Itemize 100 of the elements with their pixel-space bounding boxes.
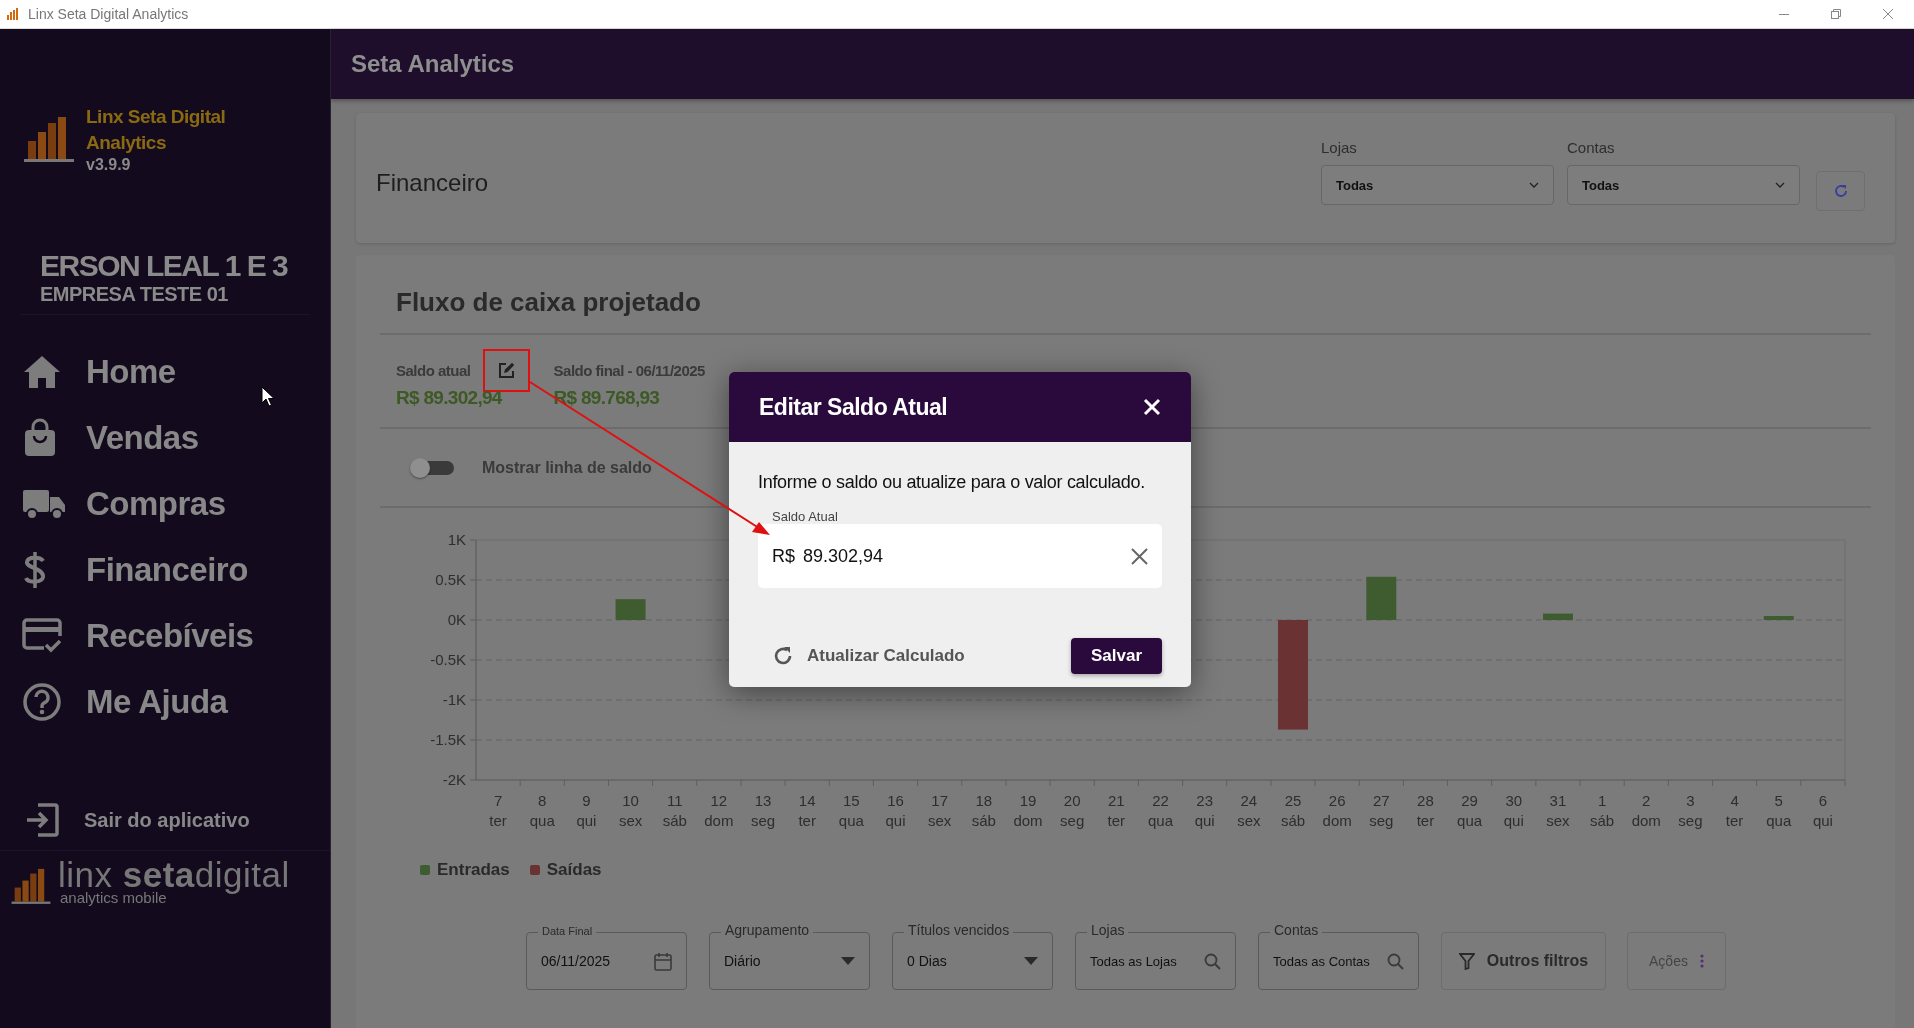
page-title: Financeiro [376,169,490,197]
y-tick-label: -1.5K [430,731,466,748]
footer-logo-icon [10,867,52,905]
field-label: Lojas [1087,922,1129,938]
x-tick-label: 5 qua [1766,792,1792,829]
x-tick-label: 25 sáb [1280,792,1306,829]
nav-item[interactable]: Vendas [0,405,330,471]
section-title: Fluxo de caixa projetado [380,255,1871,335]
field-label: Contas [1270,922,1323,938]
toggle-switch[interactable] [410,457,456,478]
legend-label: Entradas [437,860,510,880]
store-select[interactable]: Todas [1567,165,1800,205]
balance-field[interactable]: R$ 89.302,94 [758,524,1162,588]
y-tick-label: 0K [447,611,466,628]
y-tick-label: 0.5K [435,571,466,588]
company-name: EMPRESA TESTE 01 [40,283,229,306]
help-icon [22,682,62,722]
shopping-bag-icon [22,418,58,458]
brand-logo-icon [22,115,76,163]
x-tick-label: 22 qua [1147,792,1174,829]
edit-icon[interactable] [497,361,515,379]
clear-icon[interactable] [1131,547,1148,565]
app-icon [6,7,20,21]
field-label: Saldo Atual [772,509,838,524]
x-tick-label: 26 dom [1322,792,1352,829]
x-tick-label: 18 sáb [971,792,996,829]
balance-label: Saldo final - 06/11/2025 [553,361,705,379]
footer-tagline: analytics mobile [60,891,168,905]
filters-button[interactable]: Outros filtros [1441,932,1606,990]
chevron-down-icon [1529,182,1539,188]
logout-icon [24,802,60,838]
x-tick-label: 7 ter [489,792,507,829]
window-title: Linx Seta Digital Analytics [28,6,190,22]
recalculate-button[interactable]: Atualizar Calculado [773,646,965,666]
bar [1366,576,1397,620]
field-label: Agrupamento [721,922,814,938]
nav-item[interactable]: Me Ajuda [0,669,330,735]
refresh-icon [773,646,793,666]
x-tick-label: 29 qua [1457,792,1483,829]
dropdown-caret-icon [841,957,855,965]
x-tick-label: 21 ter [1107,792,1126,829]
x-tick-label: 15 qua [838,792,865,829]
search-icon [1387,952,1404,970]
save-button[interactable]: Salvar [1070,638,1162,674]
x-tick-label: 31 sex [1546,792,1571,829]
y-tick-label: -2K [442,771,466,788]
field-label: Data Final [538,925,597,937]
x-tick-label: 13 seg [750,792,776,829]
nav-item[interactable]: Financeiro [0,537,330,603]
x-tick-label: 12 dom [704,792,734,829]
dollar-icon [22,550,48,590]
home-icon [22,354,62,390]
x-tick-label: 3 seg [1678,792,1703,829]
field-label: Contas [1567,139,1616,156]
calendar-icon [654,951,672,971]
x-tick-label: 17 sex [928,792,952,829]
legend-label: Saídas [546,860,602,880]
store-select[interactable]: Todas [1321,165,1554,205]
nav-item[interactable]: Recebíveis [0,603,330,669]
refresh-icon [1833,183,1848,198]
field-label: Lojas [1321,139,1358,156]
balance-input[interactable]: 89.302,94 [803,545,1123,567]
x-tick-label: 28 ter [1416,792,1435,829]
bar [615,599,646,620]
more-icon [1699,954,1704,968]
y-tick-label: 1K [447,531,466,548]
x-tick-label: 10 sex [618,792,643,829]
x-tick-label: 24 sex [1237,792,1261,829]
filter-icon [1458,952,1475,970]
app-title: Seta Analytics [351,50,515,78]
x-tick-label: 6 qui [1812,792,1833,829]
x-tick-label: 1 sáb [1590,792,1615,829]
nav-item[interactable]: Compras [0,471,330,537]
x-tick-label: 9 qui [576,792,597,829]
x-tick-label: 19 dom [1013,792,1043,829]
x-tick-label: 27 seg [1369,792,1394,829]
truck-icon [22,487,66,521]
refresh-button[interactable] [1816,170,1865,211]
cursor-icon [261,386,275,408]
x-tick-label: 14 ter [798,792,816,829]
nav-item[interactable]: Home [0,339,330,405]
modal-title: Editar Saldo Atual [759,393,948,421]
x-tick-label: 23 qui [1194,792,1215,829]
balance-value: R$ 89.768,93 [553,387,661,409]
chevron-down-icon [1775,182,1785,188]
search-icon [1204,952,1221,970]
bar [1542,613,1573,620]
y-tick-label: -1K [442,691,466,708]
restore-icon[interactable] [1830,8,1842,20]
x-tick-label: 30 qui [1503,792,1524,829]
card-check-icon [22,618,62,654]
y-tick-label: -0.5K [430,651,466,668]
x-tick-label: 16 qui [885,792,906,829]
version-label: v3.9.9 [86,156,132,174]
user-name: ERSON LEAL 1 E 3 [40,249,289,283]
brand-name: Linx Seta Digital Analytics [86,105,227,155]
currency-prefix: R$ [772,545,795,567]
balance-value: R$ 89.302,94 [396,387,504,409]
x-tick-label: 20 seg [1060,792,1085,829]
logout-button[interactable]: Sair do aplicativo [0,790,330,851]
